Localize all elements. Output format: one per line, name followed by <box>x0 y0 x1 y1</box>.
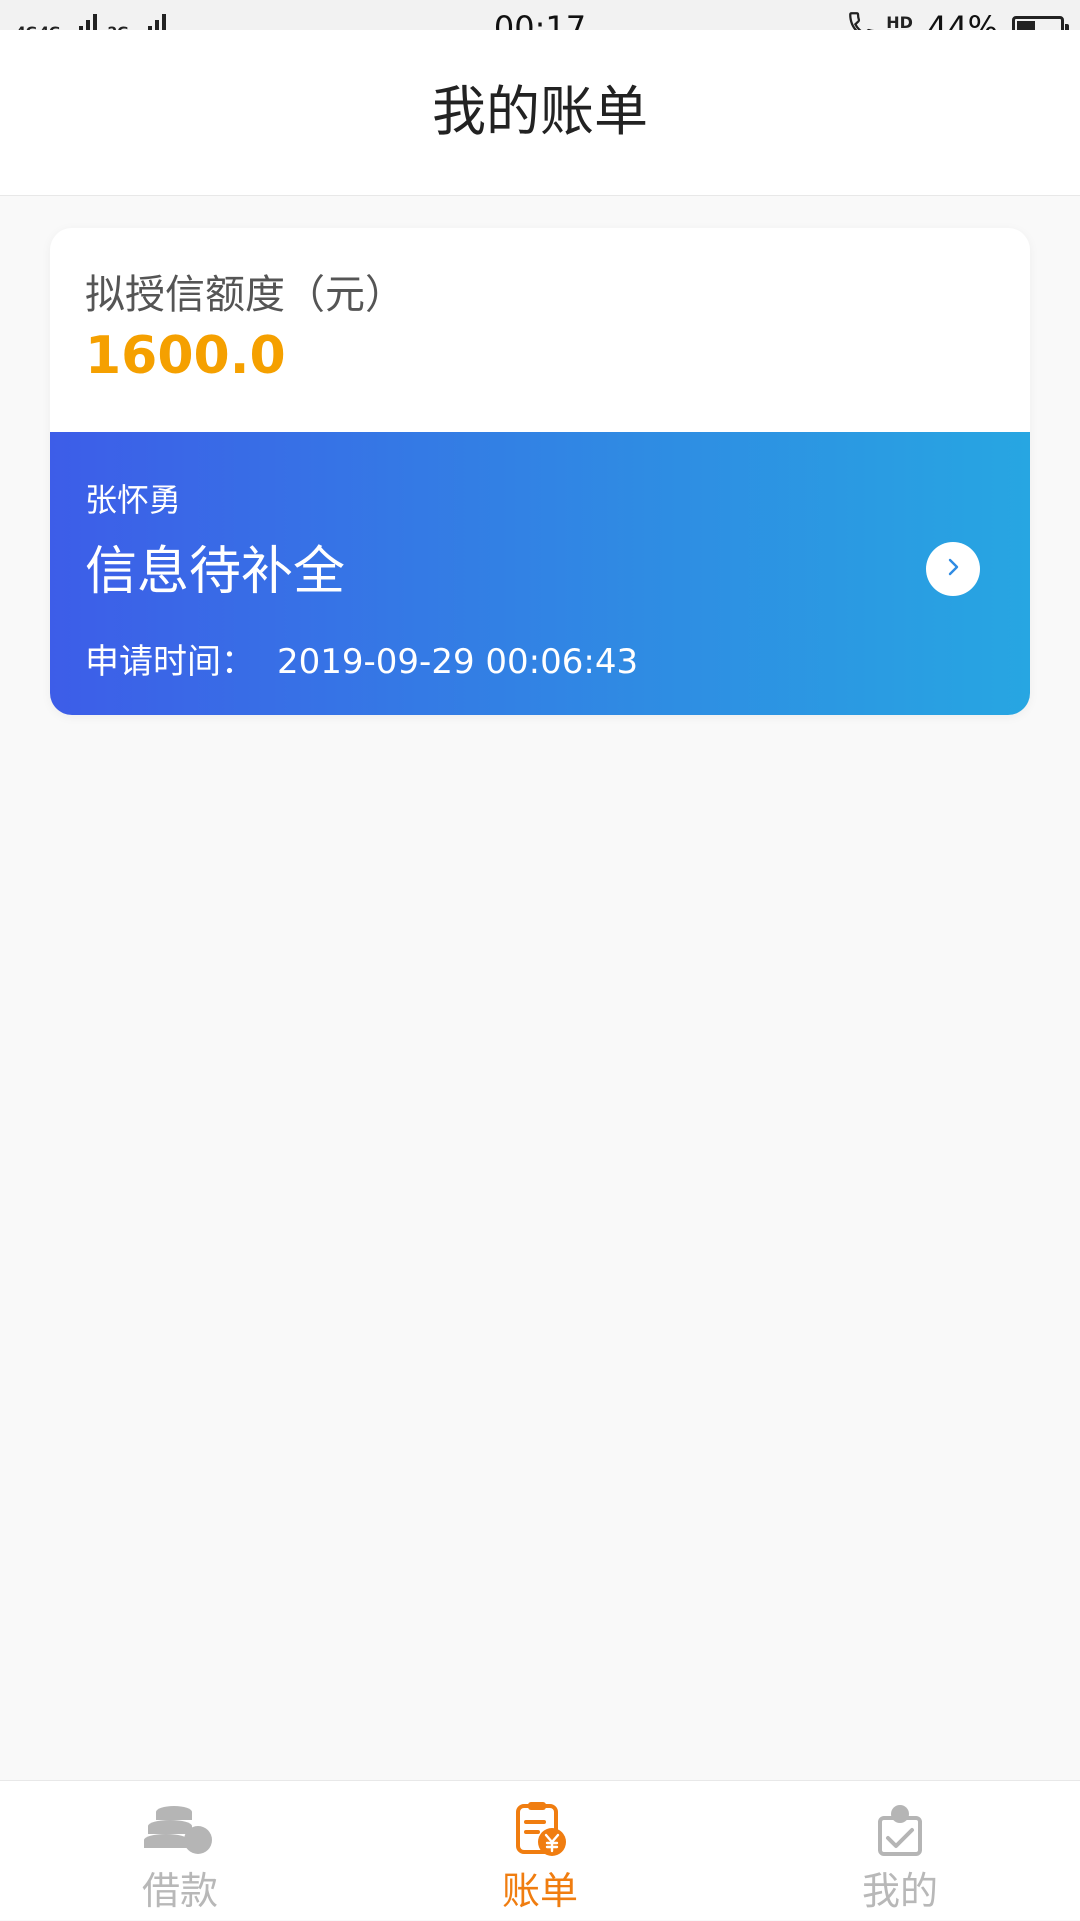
page-title: 我的账单 <box>432 80 648 143</box>
tab-label-mine: 我的 <box>861 1869 938 1913</box>
tab-bar: 借款 账单 我的 <box>0 1780 1080 1920</box>
coins-icon <box>140 1797 220 1863</box>
application-time: 申请时间： 2019-09-29 00:06:43 <box>85 640 638 684</box>
profile-icon <box>860 1797 940 1863</box>
credit-amount: 1600.0 <box>85 326 286 386</box>
application-status: 信息待补全 <box>85 542 346 602</box>
chevron-right-icon <box>942 556 964 582</box>
tab-bill[interactable]: 账单 <box>360 1781 720 1921</box>
detail-button[interactable] <box>926 542 980 596</box>
status-bar: 4G 4G 2G 00:17 HD 44% <box>0 0 1080 47</box>
application-time-label: 申请时间： <box>85 642 255 682</box>
tab-loan[interactable]: 借款 <box>0 1781 360 1921</box>
credit-section: 拟授信额度（元） 1600.0 <box>50 228 1030 432</box>
hd-label: HD <box>886 12 913 32</box>
header: 我的账单 <box>0 30 1080 196</box>
tab-label-loan: 借款 <box>141 1869 218 1913</box>
tab-label-bill: 账单 <box>501 1869 578 1913</box>
applicant-name: 张怀勇 <box>85 481 182 519</box>
credit-label: 拟授信额度（元） <box>85 272 405 318</box>
bill-card: 拟授信额度（元） 1600.0 张怀勇 信息待补全 申请时间： 2019-09-2… <box>50 228 1030 715</box>
application-detail-row[interactable]: 张怀勇 信息待补全 申请时间： 2019-09-29 00:06:43 <box>50 432 1030 715</box>
tab-mine[interactable]: 我的 <box>720 1781 1080 1921</box>
application-time-value: 2019-09-29 00:06:43 <box>277 642 639 682</box>
bill-icon <box>500 1797 580 1863</box>
